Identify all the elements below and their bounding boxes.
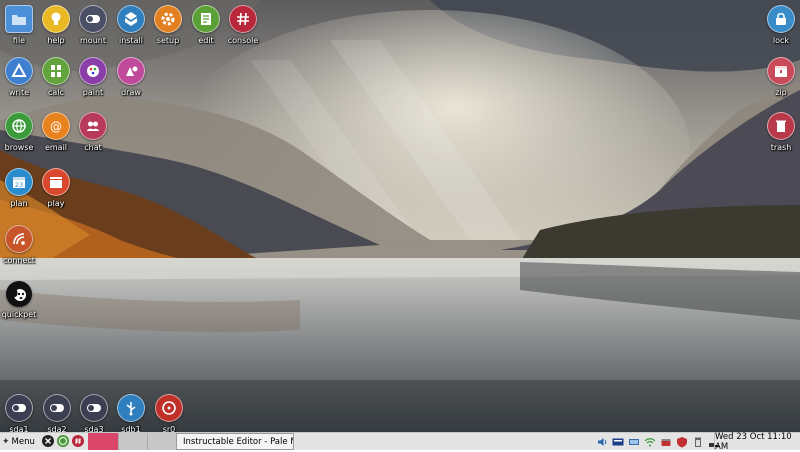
email-icon-label: email — [44, 143, 68, 152]
calendar-icon: 23 — [5, 168, 33, 196]
chat-icon-label: chat — [84, 143, 102, 152]
lock-icon[interactable]: lock — [758, 5, 800, 53]
install-icon-label: install — [119, 36, 143, 45]
usb-icon — [117, 394, 145, 422]
drive-toggle-icon — [43, 394, 71, 422]
drive-toggle-icon — [5, 394, 33, 422]
at-sign-icon: @ — [42, 112, 70, 140]
edit-icon-label: edit — [198, 36, 214, 45]
clapperboard-icon — [42, 168, 70, 196]
system-tray — [594, 433, 719, 450]
globe-icon — [5, 112, 33, 140]
trash-icon[interactable]: trash — [758, 112, 800, 160]
lock-icon-label: lock — [772, 36, 790, 45]
archive-box-icon — [767, 57, 795, 85]
optical-disc-icon — [155, 394, 183, 422]
toggle-icon — [79, 5, 107, 33]
keyboard-layout-icon[interactable] — [612, 436, 624, 448]
palette-icon — [79, 57, 107, 85]
paint-icon-label: paint — [82, 88, 104, 97]
calculator-icon — [42, 57, 70, 85]
package-icon — [117, 5, 145, 33]
zip-icon[interactable]: zip — [758, 57, 800, 105]
satellite-dish-icon — [5, 225, 33, 253]
shapes-icon — [117, 57, 145, 85]
menu-label: Menu — [11, 436, 35, 447]
workspace-2-button[interactable] — [118, 433, 147, 450]
hash-icon — [229, 5, 257, 33]
play-icon-label: play — [47, 199, 65, 208]
svg-text:@: @ — [50, 120, 62, 134]
taskbar-window-button[interactable]: Instructable Editor - Pale M — [176, 433, 294, 450]
draw-icon-label: draw — [121, 88, 141, 97]
notepad-icon — [192, 5, 220, 33]
trash-can-icon — [767, 112, 795, 140]
mount-icon-label: mount — [80, 36, 106, 45]
network-icon[interactable] — [628, 436, 640, 448]
storage-icon[interactable] — [660, 436, 672, 448]
quickpet-icon[interactable]: quickpet — [0, 281, 42, 329]
firewall-shield-icon[interactable] — [676, 436, 688, 448]
lightbulb-icon — [42, 5, 70, 33]
menu-logo-icon: ✦ — [2, 436, 10, 447]
write-triangle-icon — [5, 57, 33, 85]
puppy-icon — [6, 281, 32, 307]
taskbar-window-title: Instructable Editor - Pale M — [183, 436, 294, 447]
gear-icon — [154, 5, 182, 33]
menu-button[interactable]: ✦ Menu — [0, 433, 40, 450]
svg-text:23: 23 — [15, 181, 23, 189]
console-icon-label: console — [227, 36, 259, 45]
quickpet-icon-label: quickpet — [1, 310, 37, 319]
zip-icon-label: zip — [775, 88, 787, 97]
play-icon[interactable]: play — [33, 168, 79, 216]
trash-icon-label: trash — [770, 143, 792, 152]
chat-icon[interactable]: chat — [70, 112, 116, 160]
people-icon — [79, 112, 107, 140]
browse-icon-label: browse — [4, 143, 34, 152]
workspace-1-button[interactable] — [88, 433, 118, 450]
plan-icon-label: plan — [10, 199, 28, 208]
connect-icon-label: connect — [3, 256, 35, 265]
wifi-icon[interactable] — [644, 436, 656, 448]
write-icon-label: write — [8, 88, 30, 97]
calc-icon-label: calc — [48, 88, 64, 97]
help-icon-label: help — [47, 36, 65, 45]
volume-icon[interactable] — [596, 436, 608, 448]
browser-launcher-icon[interactable] — [57, 435, 69, 447]
padlock-icon — [767, 5, 795, 33]
setup-icon-label: setup — [156, 36, 180, 45]
drive-toggle-icon — [80, 394, 108, 422]
console-launcher-icon[interactable] — [72, 435, 84, 447]
draw-icon[interactable]: draw — [108, 57, 154, 105]
x-close-launcher-icon[interactable] — [42, 435, 54, 447]
taskbar-clock[interactable]: Wed 23 Oct 11:10 AM — [714, 432, 800, 452]
console-icon[interactable]: console — [220, 5, 266, 53]
file-icon-label: file — [12, 36, 26, 45]
connect-icon[interactable]: connect — [0, 225, 42, 273]
taskbar: ✦ Menu Instructable Editor - Pale M Wed … — [0, 432, 800, 452]
workspace-3-button[interactable] — [147, 433, 176, 450]
battery-icon[interactable] — [692, 436, 704, 448]
folder-icon — [5, 5, 33, 33]
